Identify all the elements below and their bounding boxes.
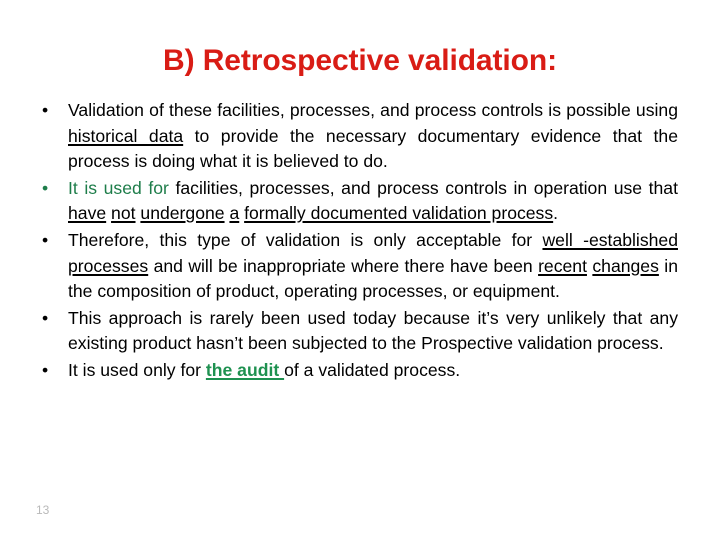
text-segment: Validation of these facilities, processe… (68, 100, 678, 120)
list-item-text: This approach is rarely been used today … (68, 306, 678, 357)
text-segment: This approach is rarely been used today … (68, 307, 678, 354)
text-segment: not (111, 203, 136, 224)
list-item: • Therefore, this type of validation is … (30, 228, 678, 305)
text-segment: well -established (542, 229, 678, 250)
text-segment: historical data (68, 125, 184, 146)
text-segment: the audit (205, 359, 285, 380)
list-item: • This approach is rarely been used toda… (30, 306, 678, 357)
text-segment: . (553, 203, 559, 224)
text-segment: of a validated process. (284, 359, 461, 380)
list-item: • Validation of these facilities, proces… (30, 98, 678, 175)
text-segment: processes (68, 255, 149, 276)
text-segment: formally documented validation process (244, 203, 554, 224)
bullet-icon: • (42, 359, 49, 380)
bullet-icon: • (42, 229, 49, 250)
text-segment: have (68, 203, 107, 224)
text-segment: undergone (140, 203, 225, 224)
list-item-text: Validation of these facilities, processe… (68, 98, 678, 175)
bullet-list: • Validation of these facilities, proces… (30, 98, 678, 384)
list-item-text: It is used only for the audit of a valid… (68, 358, 678, 384)
bullet-icon: • (42, 100, 49, 120)
text-segment: changes (592, 255, 659, 276)
slide: B) Retrospective validation: • Validatio… (0, 0, 720, 540)
text-segment: It is used only for (68, 359, 206, 380)
page-number: 13 (36, 503, 50, 517)
text-segment: facilities, processes, and process contr… (168, 177, 678, 198)
page-title: B) Retrospective validation: (163, 44, 557, 77)
list-item: • It is used for facilities, processes, … (30, 176, 678, 227)
text-segment: a (229, 203, 240, 224)
text-segment: and will be inappropriate where there ha… (148, 255, 539, 276)
text-segment: recent (538, 255, 587, 276)
list-item-text: It is used for facilities, processes, an… (68, 176, 678, 227)
text-segment: It is used for (68, 177, 169, 198)
text-segment: Therefore, this type of validation is on… (68, 229, 543, 250)
list-item-text: Therefore, this type of validation is on… (68, 228, 678, 305)
bullet-icon: • (42, 307, 49, 328)
bullet-icon: • (42, 177, 49, 198)
list-item: • It is used only for the audit of a val… (30, 358, 678, 384)
slide-body: • Validation of these facilities, proces… (30, 98, 678, 385)
